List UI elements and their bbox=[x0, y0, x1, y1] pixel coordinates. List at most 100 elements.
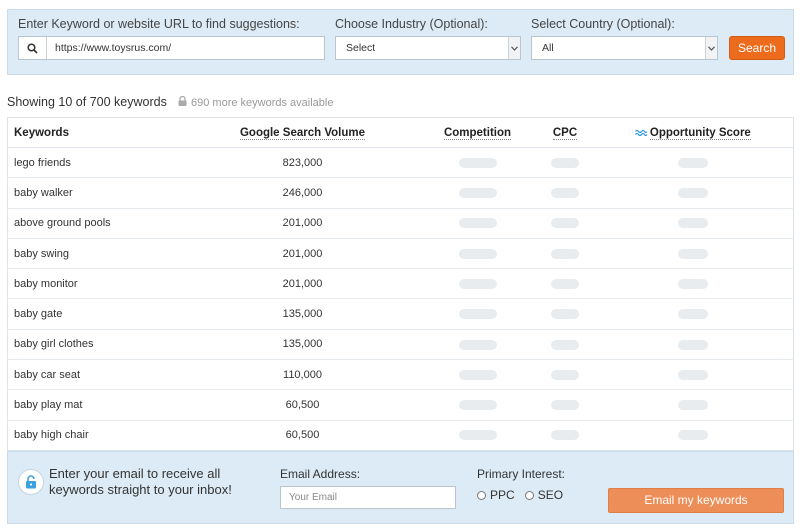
volume-cell: 823,000 bbox=[187, 146, 418, 178]
competition-cell bbox=[417, 237, 538, 269]
email-panel: Enter your email to receive all keywords… bbox=[7, 451, 794, 524]
primary-interest-label: Primary Interest: bbox=[477, 467, 566, 481]
opportunity-cell bbox=[592, 268, 794, 299]
volume-cell: 60,500 bbox=[187, 389, 418, 421]
locked-value bbox=[677, 430, 708, 441]
table-row: baby play mat 60,500 bbox=[7, 389, 794, 421]
locked-value bbox=[551, 339, 579, 350]
locked-value bbox=[677, 157, 708, 168]
header-keywords[interactable]: Keywords bbox=[7, 117, 188, 148]
locked-value bbox=[677, 248, 708, 259]
opportunity-cell bbox=[592, 146, 794, 178]
locked-value bbox=[458, 339, 497, 350]
locked-value bbox=[458, 218, 497, 229]
table-row: baby gate 135,000 bbox=[7, 298, 794, 330]
more-keywords-text: 690 more keywords available bbox=[191, 96, 334, 109]
results-count: Showing 10 of 700 keywords bbox=[7, 95, 167, 109]
header-opportunity-score[interactable]: Opportunity Score bbox=[592, 117, 794, 148]
search-panel: Enter Keyword or website URL to find sug… bbox=[7, 9, 794, 75]
email-field[interactable]: Your Email bbox=[280, 486, 456, 509]
cpc-cell bbox=[537, 146, 593, 178]
table-row: above ground pools 201,000 bbox=[7, 207, 794, 239]
industry-label: Choose Industry (Optional): bbox=[335, 17, 488, 31]
locked-value bbox=[551, 218, 579, 229]
competition-cell bbox=[417, 268, 538, 299]
locked-value bbox=[551, 157, 579, 168]
competition-cell bbox=[417, 328, 538, 360]
interest-options: PPC SEO bbox=[477, 488, 563, 502]
keyword-cell: baby monitor bbox=[7, 268, 188, 299]
competition-cell bbox=[417, 146, 538, 178]
header-search-volume[interactable]: Google Search Volume bbox=[187, 117, 418, 148]
country-label: Select Country (Optional): bbox=[531, 17, 675, 31]
lock-icon bbox=[178, 95, 187, 109]
locked-value bbox=[458, 369, 497, 380]
volume-cell: 60,500 bbox=[187, 419, 418, 451]
locked-value bbox=[458, 400, 497, 411]
wave-icon bbox=[634, 127, 650, 139]
keyword-cell: baby gate bbox=[7, 298, 188, 330]
keyword-cell: above ground pools bbox=[7, 207, 188, 239]
keyword-cell: baby play mat bbox=[7, 389, 188, 421]
competition-cell bbox=[417, 207, 538, 239]
locked-value bbox=[551, 400, 579, 411]
locked-value bbox=[458, 278, 497, 289]
keyword-cell: baby walker bbox=[7, 177, 188, 209]
table-row: baby walker 246,000 bbox=[7, 177, 794, 209]
opportunity-cell bbox=[592, 359, 794, 390]
keyword-input[interactable] bbox=[55, 37, 320, 59]
industry-select[interactable]: Select bbox=[335, 36, 521, 60]
volume-cell: 201,000 bbox=[187, 237, 418, 269]
opportunity-cell bbox=[592, 389, 794, 421]
header-cpc[interactable]: CPC bbox=[537, 117, 593, 148]
keyword-cell: baby car seat bbox=[7, 359, 188, 390]
radio-ppc-label[interactable]: PPC bbox=[490, 488, 515, 502]
cpc-cell bbox=[537, 268, 593, 299]
table-header-row: Keywords Google Search Volume Competitio… bbox=[7, 117, 794, 148]
locked-value bbox=[677, 188, 708, 199]
locked-value bbox=[551, 309, 579, 320]
volume-cell: 201,000 bbox=[187, 207, 418, 239]
volume-cell: 135,000 bbox=[187, 328, 418, 360]
header-search-volume-label: Google Search Volume bbox=[239, 126, 366, 140]
email-keywords-button[interactable]: Email my keywords bbox=[608, 488, 784, 513]
cpc-cell bbox=[537, 177, 593, 209]
search-icon bbox=[19, 37, 47, 59]
header-competition[interactable]: Competition bbox=[417, 117, 538, 148]
chevron-down-icon bbox=[705, 37, 717, 59]
locked-value bbox=[458, 309, 497, 320]
locked-value bbox=[677, 339, 708, 350]
country-select[interactable]: All bbox=[531, 36, 718, 60]
search-button[interactable]: Search bbox=[729, 36, 785, 60]
industry-select-value: Select bbox=[346, 42, 376, 54]
competition-cell bbox=[417, 177, 538, 209]
locked-value bbox=[458, 188, 497, 199]
locked-value bbox=[677, 278, 708, 289]
opportunity-cell bbox=[592, 177, 794, 209]
cpc-cell bbox=[537, 359, 593, 390]
more-keywords-note: 690 more keywords available bbox=[178, 95, 334, 109]
table-row: baby high chair 60,500 bbox=[7, 419, 794, 451]
locked-value bbox=[677, 369, 708, 380]
radio-seo[interactable] bbox=[524, 490, 534, 500]
locked-value bbox=[551, 188, 579, 199]
cpc-cell bbox=[537, 419, 593, 451]
keyword-input-box[interactable] bbox=[18, 36, 325, 60]
email-prompt: Enter your email to receive all keywords… bbox=[49, 466, 232, 497]
locked-value bbox=[458, 430, 497, 441]
keywords-table: Keywords Google Search Volume Competitio… bbox=[7, 117, 794, 451]
competition-cell bbox=[417, 389, 538, 421]
header-cpc-label: CPC bbox=[552, 126, 578, 140]
competition-cell bbox=[417, 419, 538, 451]
cpc-cell bbox=[537, 389, 593, 421]
table-row: baby car seat 110,000 bbox=[7, 359, 794, 390]
radio-ppc[interactable] bbox=[477, 490, 486, 500]
locked-value bbox=[677, 400, 708, 411]
volume-cell: 135,000 bbox=[187, 298, 418, 330]
country-select-value: All bbox=[542, 42, 554, 54]
competition-cell bbox=[417, 298, 538, 330]
radio-seo-label[interactable]: SEO bbox=[538, 488, 563, 502]
keyword-cell: lego friends bbox=[7, 146, 188, 178]
table-row: baby swing 201,000 bbox=[7, 237, 794, 269]
locked-value bbox=[458, 248, 497, 259]
